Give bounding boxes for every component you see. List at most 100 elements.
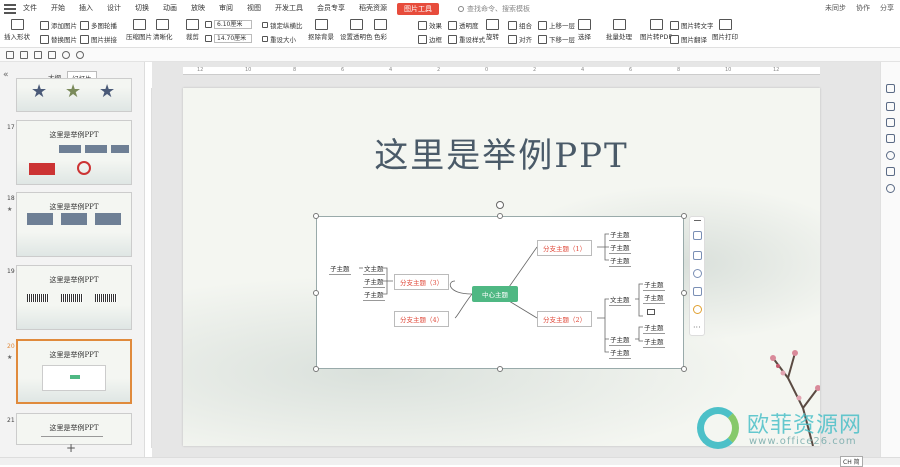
width-field[interactable]: 6.10厘米 [205,20,252,29]
mindmap-picture[interactable]: 中心主题 分支主题（1） 分支主题（2） 分支主题（3） 分支主题（4） 子主题… [316,216,684,369]
resize-handle-ne[interactable] [681,213,687,219]
rotate-handle[interactable] [496,201,504,209]
edit-icon[interactable] [886,134,895,143]
reset-size-button[interactable]: 重设大小 [262,34,296,44]
slide-thumbnail-16[interactable]: ★ ★ ★ [16,78,132,112]
send-backward-label: 下移一层 [549,36,575,44]
insert-shape-button[interactable]: 插入形状 [4,19,30,41]
tab-insert[interactable]: 插入 [72,0,100,17]
more-icon[interactable]: ··· [693,323,701,332]
save-icon[interactable] [6,50,14,59]
clock-icon[interactable] [886,151,895,160]
layers-icon[interactable] [693,251,702,260]
tab-developer[interactable]: 开发工具 [268,0,310,17]
border-button[interactable]: 边框 [418,34,442,44]
compress-button[interactable]: 压缩图片 [126,19,152,41]
picture-stitch-button[interactable]: 图片拼接 [80,34,117,44]
ruler-tick: 4 [389,67,393,73]
command-search[interactable]: 查找命令、搜索模板 [458,4,530,14]
output-icon[interactable] [20,50,28,59]
select-button[interactable]: 选择 [578,19,591,41]
transparency-button[interactable]: 透明度 [448,20,479,30]
tab-member[interactable]: 会员专享 [310,0,352,17]
minimize-icon[interactable] [694,220,701,221]
rotate-button[interactable]: 旋转 [486,19,499,41]
img-to-text-button[interactable]: 图片转文字 [670,20,714,30]
batch-button[interactable]: 批量处理 [606,19,632,41]
tab-view[interactable]: 视图 [240,0,268,17]
sync-status[interactable]: 未同步 [825,0,846,17]
save-icon[interactable] [886,167,895,176]
remove-bg-label: 抠除背景 [308,33,334,41]
combine-button[interactable]: 组合 [508,20,532,30]
slide-thumbnail-18[interactable]: 这里是举例PPT [16,192,132,257]
effects-button[interactable]: 效果 [418,20,442,30]
slide-title[interactable]: 这里是举例PPT [183,128,820,177]
menu-file[interactable]: 文件 [16,0,44,17]
collab-button[interactable]: 协作 [856,0,870,17]
resize-handle-e[interactable] [681,290,687,296]
pin-icon[interactable] [886,118,895,127]
align-button[interactable]: 对齐 [508,34,532,44]
img-print-button[interactable]: 图片打印 [712,19,738,41]
resize-handle-nw[interactable] [313,213,319,219]
tab-review[interactable]: 审阅 [212,0,240,17]
replace-picture-button[interactable]: 替换图片 [40,34,77,44]
arrow-icon[interactable] [886,84,895,93]
tab-design[interactable]: 设计 [100,0,128,17]
print-icon[interactable] [48,50,56,59]
resize-handle-sw[interactable] [313,366,319,372]
height-icon [205,35,212,42]
clarity-button[interactable]: 清晰化 [153,19,173,41]
tab-docer[interactable]: 稻壳资源 [352,0,394,17]
slide-thumbnail-20[interactable]: 这里是举例PPT [16,339,132,404]
menu-bar: 文件 开始 插入 设计 切换 动画 放映 审阅 视图 开发工具 会员专享 稻壳资… [0,0,900,17]
set-transparent-button[interactable]: 设置透明色 [340,19,373,41]
tab-picture-tools[interactable]: 图片工具 [397,2,439,15]
send-backward-button[interactable]: 下移一层 [538,34,575,44]
img-to-pdf-button[interactable]: 图片转PDF [640,19,672,41]
print-preview-icon[interactable] [34,50,42,59]
add-picture-button[interactable]: 添加图片 [40,20,77,30]
thumb-image [77,161,91,175]
settings-sliders-icon[interactable] [886,102,895,111]
crop-button[interactable]: 裁剪 [186,19,199,41]
tab-transition[interactable]: 切换 [128,0,156,17]
color-button[interactable]: 色彩 [374,19,387,41]
search-placeholder: 查找命令、搜索模板 [467,4,530,13]
batch-label: 批量处理 [606,33,632,41]
resize-handle-s[interactable] [497,366,503,372]
height-value[interactable]: 14.70厘米 [214,34,252,43]
img-translate-button[interactable]: 图片翻译 [670,34,707,44]
add-slide-button[interactable]: + [66,441,76,455]
share-button[interactable]: 分享 [880,0,894,17]
crop-label: 裁剪 [186,33,199,41]
slide-thumbnail-19[interactable]: 这里是举例PPT [16,265,132,330]
location-icon[interactable] [886,184,895,193]
ruler-tick: 8 [677,67,681,73]
edit-picture-icon[interactable] [693,231,702,240]
width-value[interactable]: 6.10厘米 [214,20,252,29]
transparency-label: 透明度 [459,22,479,30]
collapse-panel-icon[interactable]: « [3,70,9,80]
remove-bg-button[interactable]: 抠除背景 [308,19,334,41]
multi-picture-button[interactable]: 多图轮播 [80,20,117,30]
crop-icon[interactable] [693,287,702,296]
zoom-icon[interactable] [693,269,702,278]
slide-thumbnail-17[interactable]: 这里是举例PPT [16,120,132,185]
hamburger-menu-icon[interactable] [4,3,16,14]
reset-style-button[interactable]: 重设样式 [448,34,485,44]
resize-handle-se[interactable] [681,366,687,372]
subtopic: 子主题 [329,265,351,275]
redo-icon[interactable] [76,50,84,59]
resize-handle-n[interactable] [497,213,503,219]
height-field[interactable]: 14.70厘米 [205,34,252,43]
bring-forward-button[interactable]: 上移一层 [538,20,575,30]
undo-icon[interactable] [62,50,70,59]
tab-home[interactable]: 开始 [44,0,72,17]
tab-animation[interactable]: 动画 [156,0,184,17]
idea-icon[interactable] [693,305,702,314]
resize-handle-w[interactable] [313,290,319,296]
lock-ratio-checkbox[interactable]: 锁定纵横比 [262,20,303,30]
tab-slideshow[interactable]: 放映 [184,0,212,17]
